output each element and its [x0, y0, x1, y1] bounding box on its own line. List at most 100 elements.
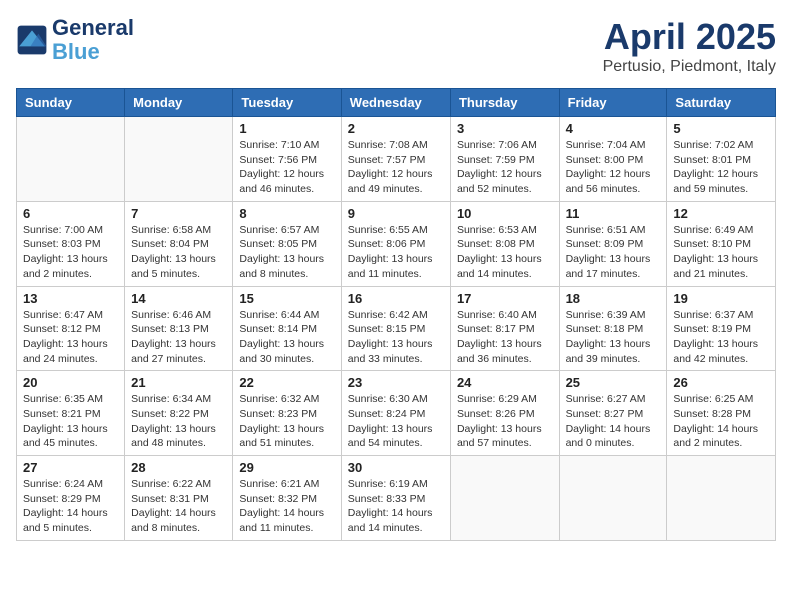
calendar-cell: 21Sunrise: 6:34 AM Sunset: 8:22 PM Dayli… — [125, 371, 233, 456]
day-info: Sunrise: 6:46 AM Sunset: 8:13 PM Dayligh… — [131, 308, 226, 367]
weekday-header-friday: Friday — [559, 89, 667, 117]
day-info: Sunrise: 6:37 AM Sunset: 8:19 PM Dayligh… — [673, 308, 769, 367]
day-info: Sunrise: 6:51 AM Sunset: 8:09 PM Dayligh… — [566, 223, 661, 282]
day-number: 26 — [673, 375, 769, 390]
month-title: April 2025 — [603, 16, 776, 58]
day-info: Sunrise: 6:22 AM Sunset: 8:31 PM Dayligh… — [131, 477, 226, 536]
day-info: Sunrise: 7:08 AM Sunset: 7:57 PM Dayligh… — [348, 138, 444, 197]
week-row-5: 27 Sunrise: 6:24 AM Sunset: 8:29 PM Dayli… — [17, 456, 776, 541]
weekday-header-thursday: Thursday — [450, 89, 559, 117]
day-number: 19 — [673, 291, 769, 306]
calendar-cell: 15 Sunrise: 6:44 AM Sunset: 8:14 PM Dayli… — [233, 286, 341, 371]
calendar-cell: 14 Sunrise: 6:46 AM Sunset: 8:13 PM Dayli… — [125, 286, 233, 371]
calendar-cell: 27 Sunrise: 6:24 AM Sunset: 8:29 PM Dayli… — [17, 456, 125, 541]
day-number: 8 — [239, 206, 334, 221]
day-info: Sunrise: 6:39 AM Sunset: 8:18 PM Dayligh… — [566, 308, 661, 367]
calendar-cell: 5Sunrise: 7:02 AM Sunset: 8:01 PM Daylig… — [667, 117, 776, 202]
day-info: Sunrise: 6:24 AM Sunset: 8:29 PM Dayligh… — [23, 477, 118, 536]
calendar-cell: 1 Sunrise: 7:10 AM Sunset: 7:56 PM Daylig… — [233, 117, 341, 202]
day-number: 28 — [131, 460, 226, 475]
day-number: 23 — [348, 375, 444, 390]
calendar-cell: 26 Sunrise: 6:25 AM Sunset: 8:28 PM Dayli… — [667, 371, 776, 456]
day-number: 27 — [23, 460, 118, 475]
day-info: Sunrise: 6:47 AM Sunset: 8:12 PM Dayligh… — [23, 308, 118, 367]
logo: General Blue — [16, 16, 134, 64]
day-number: 3 — [457, 121, 553, 136]
day-number: 7 — [131, 206, 226, 221]
title-block: April 2025 Pertusio, Piedmont, Italy — [603, 16, 776, 76]
day-info: Sunrise: 6:25 AM Sunset: 8:28 PM Dayligh… — [673, 392, 769, 451]
day-info: Sunrise: 6:49 AM Sunset: 8:10 PM Dayligh… — [673, 223, 769, 282]
day-number: 11 — [566, 206, 661, 221]
calendar-cell: 20Sunrise: 6:35 AM Sunset: 8:21 PM Dayli… — [17, 371, 125, 456]
calendar-cell: 28 Sunrise: 6:22 AM Sunset: 8:31 PM Dayli… — [125, 456, 233, 541]
calendar-cell: 7 Sunrise: 6:58 AM Sunset: 8:04 PM Daylig… — [125, 201, 233, 286]
calendar-cell: 17 Sunrise: 6:40 AM Sunset: 8:17 PM Dayli… — [450, 286, 559, 371]
calendar-cell: 8 Sunrise: 6:57 AM Sunset: 8:05 PM Daylig… — [233, 201, 341, 286]
week-row-4: 20Sunrise: 6:35 AM Sunset: 8:21 PM Dayli… — [17, 371, 776, 456]
day-info: Sunrise: 6:19 AM Sunset: 8:33 PM Dayligh… — [348, 477, 444, 536]
logo-blue: Blue — [52, 39, 100, 64]
calendar-cell: 16Sunrise: 6:42 AM Sunset: 8:15 PM Dayli… — [341, 286, 450, 371]
day-info: Sunrise: 7:06 AM Sunset: 7:59 PM Dayligh… — [457, 138, 553, 197]
calendar-cell: 24 Sunrise: 6:29 AM Sunset: 8:26 PM Dayli… — [450, 371, 559, 456]
day-number: 4 — [566, 121, 661, 136]
calendar-table: SundayMondayTuesdayWednesdayThursdayFrid… — [16, 88, 776, 541]
calendar-cell — [559, 456, 667, 541]
calendar-cell — [125, 117, 233, 202]
day-info: Sunrise: 6:27 AM Sunset: 8:27 PM Dayligh… — [566, 392, 661, 451]
day-number: 2 — [348, 121, 444, 136]
calendar-cell: 23 Sunrise: 6:30 AM Sunset: 8:24 PM Dayli… — [341, 371, 450, 456]
day-number: 14 — [131, 291, 226, 306]
day-info: Sunrise: 7:04 AM Sunset: 8:00 PM Dayligh… — [566, 138, 661, 197]
calendar-cell: 18Sunrise: 6:39 AM Sunset: 8:18 PM Dayli… — [559, 286, 667, 371]
day-number: 25 — [566, 375, 661, 390]
day-info: Sunrise: 7:10 AM Sunset: 7:56 PM Dayligh… — [239, 138, 334, 197]
calendar-cell — [450, 456, 559, 541]
calendar-cell — [17, 117, 125, 202]
day-info: Sunrise: 6:21 AM Sunset: 8:32 PM Dayligh… — [239, 477, 334, 536]
day-info: Sunrise: 6:57 AM Sunset: 8:05 PM Dayligh… — [239, 223, 334, 282]
weekday-header-tuesday: Tuesday — [233, 89, 341, 117]
day-number: 13 — [23, 291, 118, 306]
day-number: 6 — [23, 206, 118, 221]
calendar-cell: 19 Sunrise: 6:37 AM Sunset: 8:19 PM Dayli… — [667, 286, 776, 371]
day-number: 15 — [239, 291, 334, 306]
calendar-cell: 22Sunrise: 6:32 AM Sunset: 8:23 PM Dayli… — [233, 371, 341, 456]
day-number: 29 — [239, 460, 334, 475]
weekday-header-row: SundayMondayTuesdayWednesdayThursdayFrid… — [17, 89, 776, 117]
day-info: Sunrise: 6:30 AM Sunset: 8:24 PM Dayligh… — [348, 392, 444, 451]
calendar-cell: 9Sunrise: 6:55 AM Sunset: 8:06 PM Daylig… — [341, 201, 450, 286]
day-info: Sunrise: 6:53 AM Sunset: 8:08 PM Dayligh… — [457, 223, 553, 282]
weekday-header-sunday: Sunday — [17, 89, 125, 117]
location: Pertusio, Piedmont, Italy — [603, 58, 776, 76]
calendar-cell: 10 Sunrise: 6:53 AM Sunset: 8:08 PM Dayli… — [450, 201, 559, 286]
day-number: 9 — [348, 206, 444, 221]
day-info: Sunrise: 6:44 AM Sunset: 8:14 PM Dayligh… — [239, 308, 334, 367]
day-info: Sunrise: 6:40 AM Sunset: 8:17 PM Dayligh… — [457, 308, 553, 367]
calendar-cell: 6 Sunrise: 7:00 AM Sunset: 8:03 PM Daylig… — [17, 201, 125, 286]
calendar-cell — [667, 456, 776, 541]
calendar-cell: 25 Sunrise: 6:27 AM Sunset: 8:27 PM Dayli… — [559, 371, 667, 456]
calendar-cell: 2 Sunrise: 7:08 AM Sunset: 7:57 PM Daylig… — [341, 117, 450, 202]
weekday-header-monday: Monday — [125, 89, 233, 117]
weekday-header-saturday: Saturday — [667, 89, 776, 117]
day-info: Sunrise: 6:34 AM Sunset: 8:22 PM Dayligh… — [131, 392, 226, 451]
day-number: 24 — [457, 375, 553, 390]
day-info: Sunrise: 6:42 AM Sunset: 8:15 PM Dayligh… — [348, 308, 444, 367]
day-info: Sunrise: 7:00 AM Sunset: 8:03 PM Dayligh… — [23, 223, 118, 282]
day-number: 10 — [457, 206, 553, 221]
calendar-cell: 4 Sunrise: 7:04 AM Sunset: 8:00 PM Daylig… — [559, 117, 667, 202]
calendar-cell: 3 Sunrise: 7:06 AM Sunset: 7:59 PM Daylig… — [450, 117, 559, 202]
calendar-cell: 11 Sunrise: 6:51 AM Sunset: 8:09 PM Dayli… — [559, 201, 667, 286]
day-number: 1 — [239, 121, 334, 136]
week-row-3: 13 Sunrise: 6:47 AM Sunset: 8:12 PM Dayli… — [17, 286, 776, 371]
calendar-cell: 12Sunrise: 6:49 AM Sunset: 8:10 PM Dayli… — [667, 201, 776, 286]
day-number: 17 — [457, 291, 553, 306]
day-info: Sunrise: 6:35 AM Sunset: 8:21 PM Dayligh… — [23, 392, 118, 451]
day-info: Sunrise: 6:29 AM Sunset: 8:26 PM Dayligh… — [457, 392, 553, 451]
calendar-cell: 29 Sunrise: 6:21 AM Sunset: 8:32 PM Dayli… — [233, 456, 341, 541]
logo-icon — [16, 24, 48, 56]
week-row-1: 1 Sunrise: 7:10 AM Sunset: 7:56 PM Daylig… — [17, 117, 776, 202]
day-info: Sunrise: 6:58 AM Sunset: 8:04 PM Dayligh… — [131, 223, 226, 282]
